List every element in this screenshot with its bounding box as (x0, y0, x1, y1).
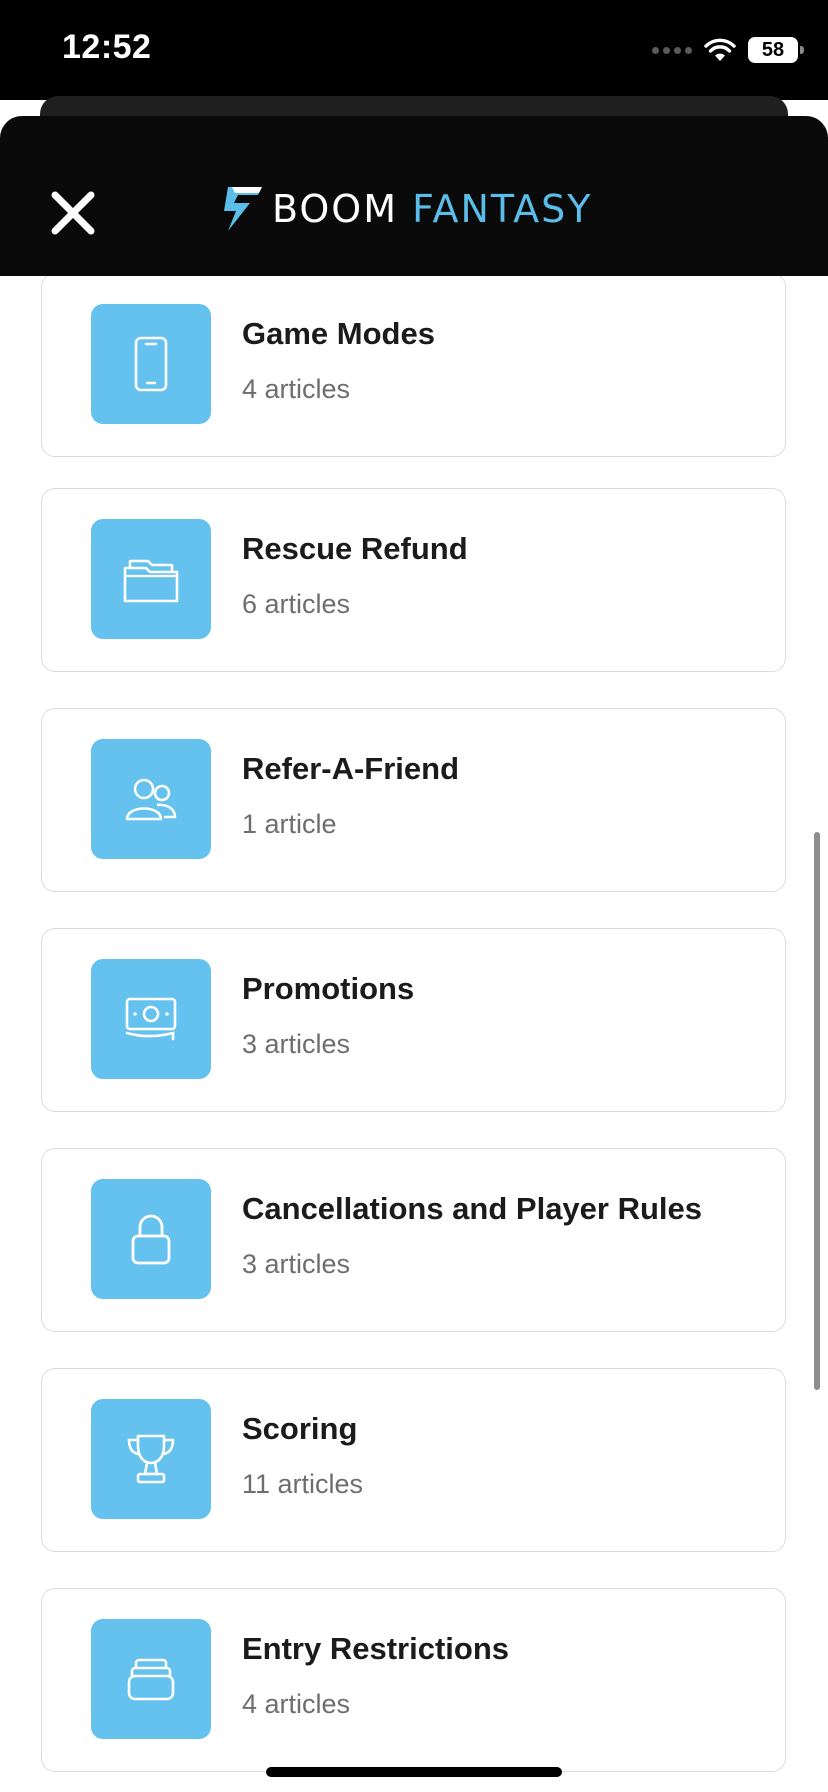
close-icon (51, 191, 95, 235)
status-indicators: 58 (652, 34, 804, 66)
wifi-icon (704, 38, 736, 61)
money-icon (125, 997, 177, 1041)
card-icon-tile (91, 304, 211, 424)
scrollbar[interactable] (814, 832, 820, 1390)
card-icon-tile (91, 959, 211, 1079)
card-icon-tile (91, 1179, 211, 1299)
brand-name-second: FANTASY (412, 187, 593, 231)
card-article-count: 4 articles (242, 1689, 351, 1719)
card-title: Game Modes (242, 316, 435, 351)
card-article-count: 1 article (242, 809, 337, 839)
card-title: Entry Restrictions (242, 1631, 510, 1666)
brand-logo: BOOM FANTASY (222, 184, 593, 234)
category-card-cancellations[interactable]: Cancellations and Player Rules 3 article… (41, 1148, 786, 1332)
card-title: Promotions (242, 971, 415, 1006)
category-card-entry-restrictions[interactable]: Entry Restrictions 4 articles (41, 1588, 786, 1772)
home-indicator[interactable] (266, 1767, 562, 1777)
status-bar: 12:52 58 (0, 0, 828, 100)
card-icon-tile (91, 1399, 211, 1519)
card-title: Refer-A-Friend (242, 751, 460, 786)
card-title: Cancellations and Player Rules (242, 1191, 703, 1226)
card-title: Scoring (242, 1411, 358, 1446)
bolt-logo-icon (224, 187, 262, 231)
category-card-rescue-refund[interactable]: Rescue Refund 6 articles (41, 488, 786, 672)
close-button[interactable] (48, 188, 98, 238)
category-card-game-modes[interactable]: Game Modes 4 articles (41, 276, 786, 457)
lock-icon (131, 1214, 171, 1265)
modal-header: BOOM FANTASY (0, 116, 828, 276)
card-article-count: 3 articles (242, 1249, 351, 1279)
signal-icon (652, 46, 692, 54)
card-title: Rescue Refund (242, 531, 468, 566)
category-card-refer-a-friend[interactable]: Refer-A-Friend 1 article (41, 708, 786, 892)
status-time: 12:52 (62, 28, 152, 66)
card-icon-tile (91, 739, 211, 859)
brand-name-first: BOOM (272, 187, 399, 231)
phone-icon (134, 336, 168, 392)
card-article-count: 4 articles (242, 374, 351, 404)
stack-icon (127, 1658, 175, 1701)
card-article-count: 3 articles (242, 1029, 351, 1059)
category-card-scoring[interactable]: Scoring 11 articles (41, 1368, 786, 1552)
category-card-promotions[interactable]: Promotions 3 articles (41, 928, 786, 1112)
card-icon-tile (91, 1619, 211, 1739)
people-icon (125, 778, 177, 821)
card-icon-tile (91, 519, 211, 639)
card-article-count: 6 articles (242, 589, 351, 619)
card-article-count: 11 articles (242, 1469, 364, 1499)
folders-icon (123, 559, 179, 603)
category-list: Game Modes 4 articles Rescue Refund 6 ar… (0, 276, 828, 1792)
trophy-icon (127, 1434, 175, 1484)
battery-icon: 58 (748, 37, 804, 63)
